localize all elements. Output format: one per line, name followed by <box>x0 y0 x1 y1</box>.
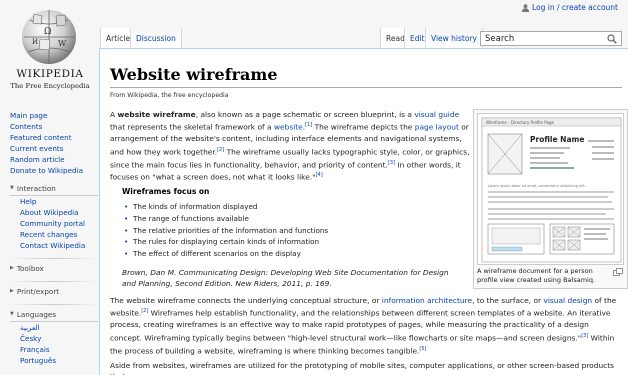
title-divider <box>110 87 622 88</box>
triangle-right-icon: ▶ <box>10 288 14 294</box>
text: that represents the skeletal framework o… <box>110 122 274 132</box>
interaction-heading: Interaction <box>16 184 56 193</box>
divider <box>10 304 98 305</box>
list-item: The rules for displaying certain kinds o… <box>124 236 328 248</box>
site-subtitle: From Wikipedia, the free encyclopedia <box>110 92 229 99</box>
triangle-right-icon: ▶ <box>10 265 14 271</box>
logo-wordmark: WIKIPEDIA <box>16 68 84 80</box>
interaction-list: Help About Wikipedia Community portal Re… <box>10 195 98 251</box>
thumbnail-caption: A wireframe document for a person profil… <box>477 267 596 284</box>
toolbox-heading: Toolbox <box>16 264 44 273</box>
nav-featured-content[interactable]: Featured content <box>10 132 98 143</box>
svg-text:W: W <box>58 39 67 48</box>
citation-link[interactable]: [3] <box>388 160 395 166</box>
lang-portuguese[interactable]: Português <box>20 355 98 366</box>
wireframe-thumbnail[interactable]: Wireframe - Directory Profile Page Profi… <box>473 109 628 289</box>
triangle-down-icon: ▼ <box>10 185 14 191</box>
list-item: The range of functions available <box>124 213 328 225</box>
divider <box>10 281 98 282</box>
nav-help[interactable]: Help <box>20 196 98 207</box>
citation-link[interactable]: [4] <box>316 172 323 178</box>
search-icon[interactable] <box>607 34 617 44</box>
divider <box>10 258 98 259</box>
body-paragraph: The website wireframe connects the under… <box>110 295 620 356</box>
sidebar: Main page Contents Featured content Curr… <box>10 110 98 366</box>
nav-random-article[interactable]: Random article <box>10 154 98 165</box>
nav-donate[interactable]: Donate to Wikipedia <box>10 165 98 176</box>
nav-about[interactable]: About Wikipedia <box>20 207 98 218</box>
nav-main-page[interactable]: Main page <box>10 110 98 121</box>
list-item: The kinds of information displayed <box>124 201 328 213</box>
print-export-heading: Print/export <box>16 287 60 296</box>
search-box[interactable]: Search <box>480 31 622 46</box>
focus-heading: Wireframes focus on <box>122 187 210 196</box>
languages-portal: ▼ Languages العربية Česky Français Portu… <box>10 309 98 366</box>
logo-tagline: The Free Encyclopedia <box>10 82 90 90</box>
link-visual-guide[interactable]: visual guide <box>414 110 459 119</box>
interaction-portal: ▼ Interaction Help About Wikipedia Commu… <box>10 183 98 251</box>
tab-view-history[interactable]: View history <box>425 28 483 48</box>
list-item: The effect of different scenarios on the… <box>124 248 328 260</box>
mock-lorem-text: Lorem ipsum dolor sit amet, consectetur … <box>488 184 586 188</box>
text: The wireframe depicts the <box>312 122 415 132</box>
intro-paragraph: A website wireframe, also known as a pag… <box>110 110 470 182</box>
nav-community-portal[interactable]: Community portal <box>20 218 98 229</box>
login-label: Log in / create account <box>532 3 618 12</box>
text: , also known as a page schematic or scre… <box>195 110 415 119</box>
lang-czech[interactable]: Česky <box>20 333 98 344</box>
nav-contact[interactable]: Contact Wikipedia <box>20 240 98 251</box>
login-link[interactable]: Log in / create account <box>522 3 618 12</box>
citation-link[interactable]: [5] <box>419 346 426 352</box>
nav-contents[interactable]: Contents <box>10 121 98 132</box>
wikipedia-logo[interactable]: Ω W И WIKIPEDIA The Free Encyclopedia <box>4 2 96 102</box>
svg-text:И: И <box>32 38 38 46</box>
interaction-toggle[interactable]: ▼ Interaction <box>10 183 98 194</box>
mock-profile-name: Profile Name <box>530 135 584 144</box>
mock-tab-label: Wireframe - Directory Profile Page <box>486 120 554 125</box>
text: Wireframes help establish functionality,… <box>110 308 611 343</box>
link-page-layout[interactable]: page layout <box>415 123 459 132</box>
tab-discussion[interactable]: Discussion <box>130 28 182 48</box>
link-information-architecture[interactable]: information architecture <box>382 296 472 305</box>
search-input[interactable]: Search <box>485 34 514 44</box>
nav-recent-changes[interactable]: Recent changes <box>20 229 98 240</box>
triangle-down-icon: ▼ <box>10 311 14 317</box>
puzzle-globe-icon: Ω W И <box>22 6 76 64</box>
print-export-toggle[interactable]: ▶ Print/export <box>10 286 98 297</box>
wireframe-image[interactable]: Wireframe - Directory Profile Page Profi… <box>477 113 624 265</box>
article-content: Website wireframe From Wikipedia, the fr… <box>99 48 628 375</box>
bold-term: website wireframe <box>117 110 196 119</box>
nav-current-events[interactable]: Current events <box>10 143 98 154</box>
page-title: Website wireframe <box>110 65 278 84</box>
languages-heading: Languages <box>16 310 57 319</box>
link-visual-design[interactable]: visual design <box>543 296 592 305</box>
wireframe-mock-image: Wireframe - Directory Profile Page Profi… <box>481 117 622 263</box>
list-item: The relative priorities of the informati… <box>124 225 328 237</box>
lang-french[interactable]: Français <box>20 344 98 355</box>
body-paragraph: Aside from websites, wireframes are util… <box>110 361 615 375</box>
page-tabs: Article Discussion Read Edit View histor… <box>100 28 628 48</box>
text: The website wireframe connects the under… <box>110 296 382 305</box>
languages-list: العربية Česky Français Português <box>10 321 98 366</box>
toolbox-toggle[interactable]: ▶ Toolbox <box>10 263 98 274</box>
lang-arabic[interactable]: العربية <box>20 322 98 333</box>
main-nav: Main page Contents Featured content Curr… <box>10 110 98 176</box>
citation-quote: Brown, Dan M. Communicating Design: Deve… <box>122 268 449 289</box>
svg-text:Ω: Ω <box>44 27 51 37</box>
enlarge-icon[interactable] <box>613 268 623 276</box>
link-website[interactable]: website <box>274 123 303 132</box>
text: , to the surface, or <box>472 296 544 305</box>
focus-list: The kinds of information displayed The r… <box>124 201 328 260</box>
user-icon <box>522 3 530 12</box>
languages-toggle[interactable]: ▼ Languages <box>10 309 98 320</box>
